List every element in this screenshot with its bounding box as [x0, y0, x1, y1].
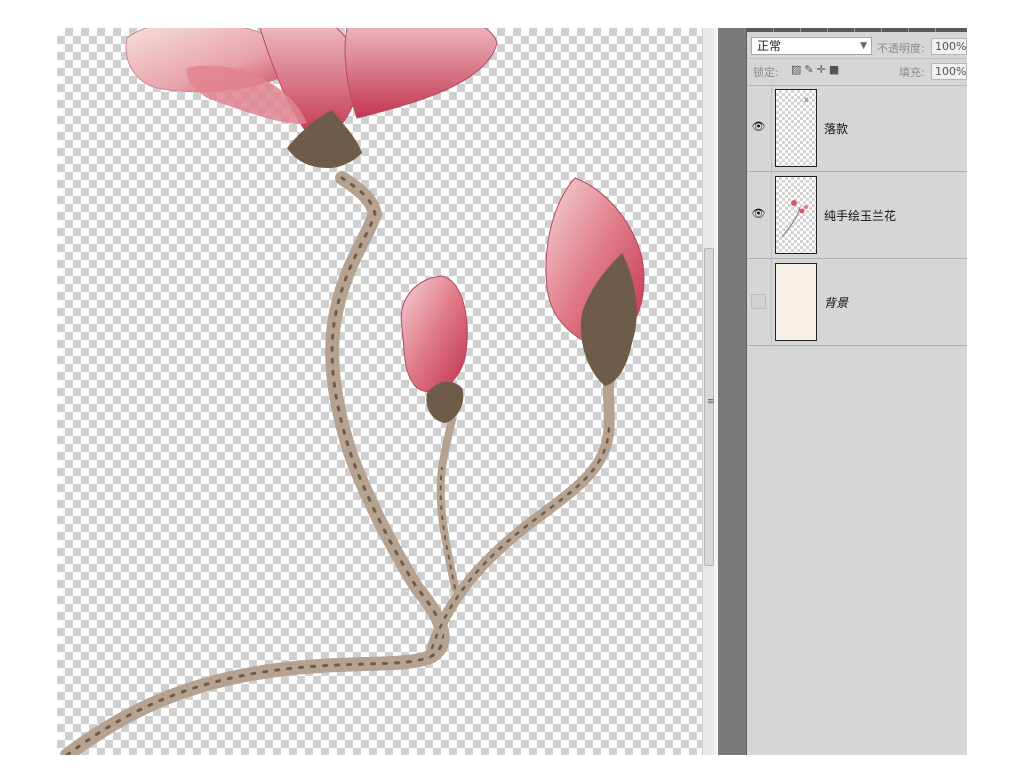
layer-name: 落款: [824, 122, 849, 136]
divider: [771, 172, 772, 258]
blend-opacity-row: 正常 ▼ 不透明度: 100%: [747, 32, 967, 58]
fill-field[interactable]: 100%: [931, 63, 967, 80]
lock-transparent-icon[interactable]: ▨: [791, 63, 804, 76]
layer-name: 纯手绘玉兰花: [824, 209, 897, 223]
layers-panel: 正常 ▼ 不透明度: 100% 锁定: ▨✎✛■ 填充: 100% 👁 ⅹ 落款…: [747, 28, 967, 755]
layer-name: 背景: [824, 296, 849, 310]
eye-icon[interactable]: 👁: [751, 120, 766, 135]
dock-divider: [718, 28, 747, 755]
scrollbar-thumb[interactable]: ≡: [704, 248, 715, 566]
layer-row-background[interactable]: 背景: [747, 259, 967, 346]
opacity-field[interactable]: 100%: [931, 38, 967, 55]
layer-thumbnail: ⅹ: [775, 89, 817, 167]
layer-row-magnolia[interactable]: 👁 纯手绘玉兰花: [747, 172, 967, 259]
fill-label: 填充:: [899, 66, 925, 79]
lock-move-icon[interactable]: ✛: [817, 63, 829, 76]
magnolia-painting: [60, 28, 645, 755]
lock-label: 锁定:: [753, 66, 779, 79]
scroll-grip-icon: ≡: [707, 397, 715, 407]
visibility-toggle-off[interactable]: [751, 294, 766, 309]
divider: [771, 259, 772, 345]
svg-text:ⅹ: ⅹ: [804, 95, 809, 104]
eye-icon[interactable]: 👁: [751, 207, 766, 222]
divider: [771, 85, 772, 171]
lock-all-icon[interactable]: ■: [829, 63, 842, 76]
opacity-label: 不透明度:: [877, 42, 925, 55]
lock-icons: ▨✎✛■: [791, 63, 842, 76]
lock-fill-row: 锁定: ▨✎✛■ 填充: 100%: [747, 58, 967, 86]
blend-mode-value: 正常: [757, 39, 782, 53]
blend-mode-select[interactable]: 正常 ▼: [751, 37, 872, 55]
document-canvas[interactable]: [57, 28, 702, 755]
layer-thumbnail: [775, 176, 817, 254]
layer-thumbnail: [775, 263, 817, 341]
dropdown-arrow-icon: ▼: [860, 41, 867, 51]
layer-row-signature[interactable]: 👁 ⅹ 落款: [747, 85, 967, 172]
lock-brush-icon[interactable]: ✎: [804, 63, 816, 76]
